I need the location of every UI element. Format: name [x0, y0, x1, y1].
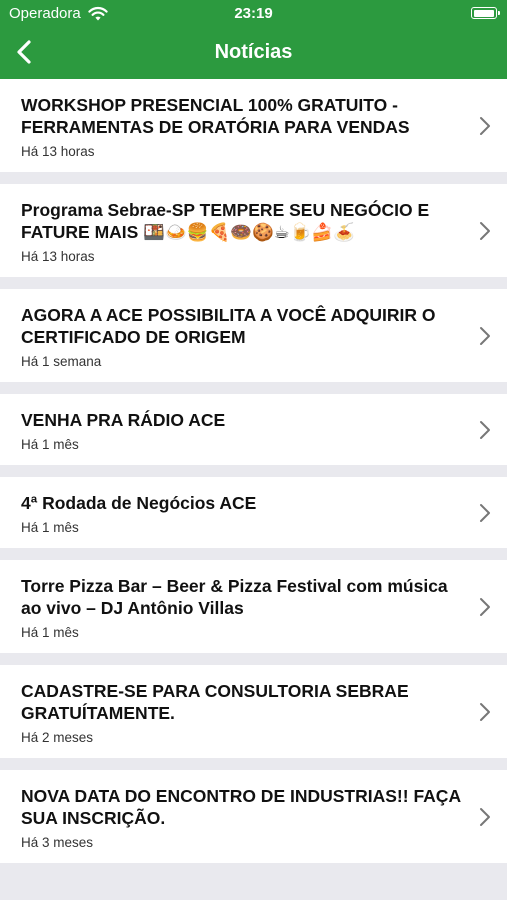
status-bar: Operadora 23:19 — [0, 0, 507, 27]
news-time: Há 2 meses — [21, 730, 94, 745]
chevron-right-icon — [480, 597, 490, 616]
news-title: 4ª Rodada de Negócios ACE — [21, 493, 257, 513]
news-title: VENHA PRA RÁDIO ACE — [21, 410, 226, 430]
news-item[interactable]: VENHA PRA RÁDIO ACE Há 1 mês — [0, 394, 507, 465]
page-title: Notícias — [214, 41, 293, 63]
news-title: AGORA A ACE POSSIBILITA A VOCÊ ADQUIRIR … — [21, 305, 436, 347]
news-item[interactable]: AGORA A ACE POSSIBILITA A VOCÊ ADQUIRIR … — [0, 289, 507, 382]
news-item[interactable]: WORKSHOP PRESENCIAL 100% GRATUITO - FERR… — [0, 79, 507, 172]
news-item[interactable]: CADASTRE-SE PARA CONSULTORIA SEBRAE GRAT… — [0, 665, 507, 758]
news-time: Há 1 mês — [21, 520, 79, 535]
top-bar: Operadora 23:19 Notícias — [0, 0, 507, 79]
news-title: NOVA DATA DO ENCONTRO DE INDUSTRIAS!! FA… — [21, 786, 461, 828]
news-time: Há 1 mês — [21, 625, 79, 640]
chevron-right-icon — [480, 116, 490, 135]
chevron-right-icon — [480, 326, 490, 345]
news-item[interactable]: 4ª Rodada de Negócios ACE Há 1 mês — [0, 477, 507, 548]
news-time: Há 13 horas — [21, 144, 95, 159]
news-list: WORKSHOP PRESENCIAL 100% GRATUITO - FERR… — [0, 79, 507, 863]
navigation-bar: Notícias — [0, 27, 507, 79]
news-time: Há 1 mês — [21, 437, 79, 452]
battery-icon — [471, 7, 500, 19]
news-time: Há 3 meses — [21, 835, 94, 850]
news-item[interactable]: Torre Pizza Bar – Beer & Pizza Festival … — [0, 560, 507, 653]
news-title: WORKSHOP PRESENCIAL 100% GRATUITO - FERR… — [21, 95, 410, 137]
chevron-right-icon — [480, 420, 490, 439]
news-title: CADASTRE-SE PARA CONSULTORIA SEBRAE GRAT… — [21, 681, 409, 723]
status-time: 23:19 — [234, 5, 273, 22]
news-time: Há 1 semana — [21, 354, 102, 369]
chevron-right-icon — [480, 702, 490, 721]
news-time: Há 13 horas — [21, 249, 95, 264]
news-item[interactable]: NOVA DATA DO ENCONTRO DE INDUSTRIAS!! FA… — [0, 770, 507, 863]
chevron-right-icon — [480, 807, 490, 826]
news-item[interactable]: Programa Sebrae-SP TEMPERE SEU NEGÓCIO E… — [0, 184, 507, 277]
chevron-right-icon — [480, 503, 490, 522]
news-title: Torre Pizza Bar – Beer & Pizza Festival … — [21, 576, 448, 618]
chevron-right-icon — [480, 221, 490, 240]
news-title: Programa Sebrae-SP TEMPERE SEU NEGÓCIO E… — [21, 200, 430, 242]
